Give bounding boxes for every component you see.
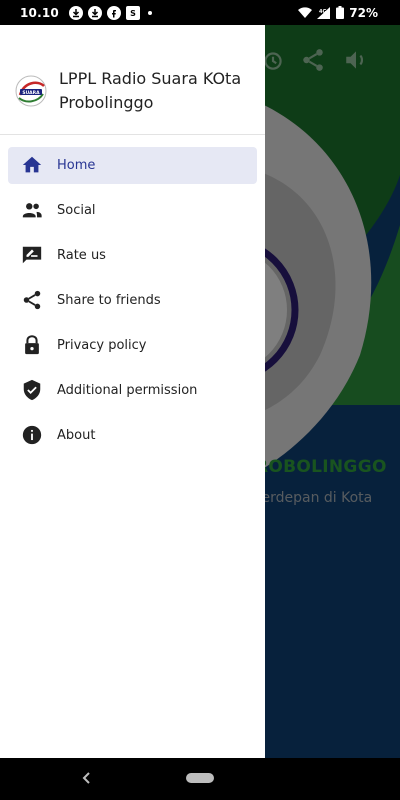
info-icon [21,424,43,446]
battery-icon [336,6,345,19]
menu-item-label: Rate us [57,248,106,263]
verified-shield-icon [21,379,43,401]
menu-item-rate-us[interactable]: Rate us [8,237,257,274]
more-notifications-dot [147,10,152,15]
svg-text:S: S [130,9,136,18]
lock-icon [21,334,43,356]
menu-item-social[interactable]: Social [8,192,257,229]
clock: 10.10 [20,5,59,20]
back-icon[interactable] [80,770,94,786]
signal-icon: 4G [317,6,331,19]
home-icon [21,154,43,176]
menu-item-label: Home [57,158,96,173]
app-name: LPPL Radio Suara KOta Probolinggo [59,69,242,112]
download-icon [68,5,83,20]
download-icon [87,5,102,20]
system-icons: 4G 72% [298,0,378,25]
menu-item-label: Privacy policy [57,338,147,353]
menu-item-label: Social [57,203,96,218]
facebook-icon [106,5,121,20]
menu-item-label: Additional permission [57,383,198,398]
home-gesture-pill[interactable] [186,773,214,783]
drawer-header: SUARA LPPL Radio Suara KOta Probolinggo [0,25,265,135]
station-logo: SUARA [15,75,47,107]
menu-item-additional-permission[interactable]: Additional permission [8,372,257,409]
menu-item-home[interactable]: Home [8,147,257,184]
svg-text:SUARA: SUARA [22,90,40,96]
menu-item-privacy-policy[interactable]: Privacy policy [8,327,257,364]
rate-review-icon [21,244,43,266]
battery-percent: 72% [349,5,378,20]
notification-icons: S [68,5,152,20]
drawer-menu: Home Social Rate us Share to friends Pri… [0,135,265,454]
navigation-drawer: SUARA LPPL Radio Suara KOta Probolinggo … [0,25,265,758]
wifi-icon [298,6,313,18]
people-icon [21,199,43,221]
share-icon [21,289,43,311]
menu-item-label: Share to friends [57,293,161,308]
system-navigation-bar [0,758,400,800]
svg-text:4G: 4G [319,9,327,15]
menu-item-about[interactable]: About [8,417,257,454]
menu-item-share[interactable]: Share to friends [8,282,257,319]
shopping-bag-icon: S [125,5,140,20]
menu-item-label: About [57,428,96,443]
status-bar: 10.10 S 4G 72% [0,0,400,25]
